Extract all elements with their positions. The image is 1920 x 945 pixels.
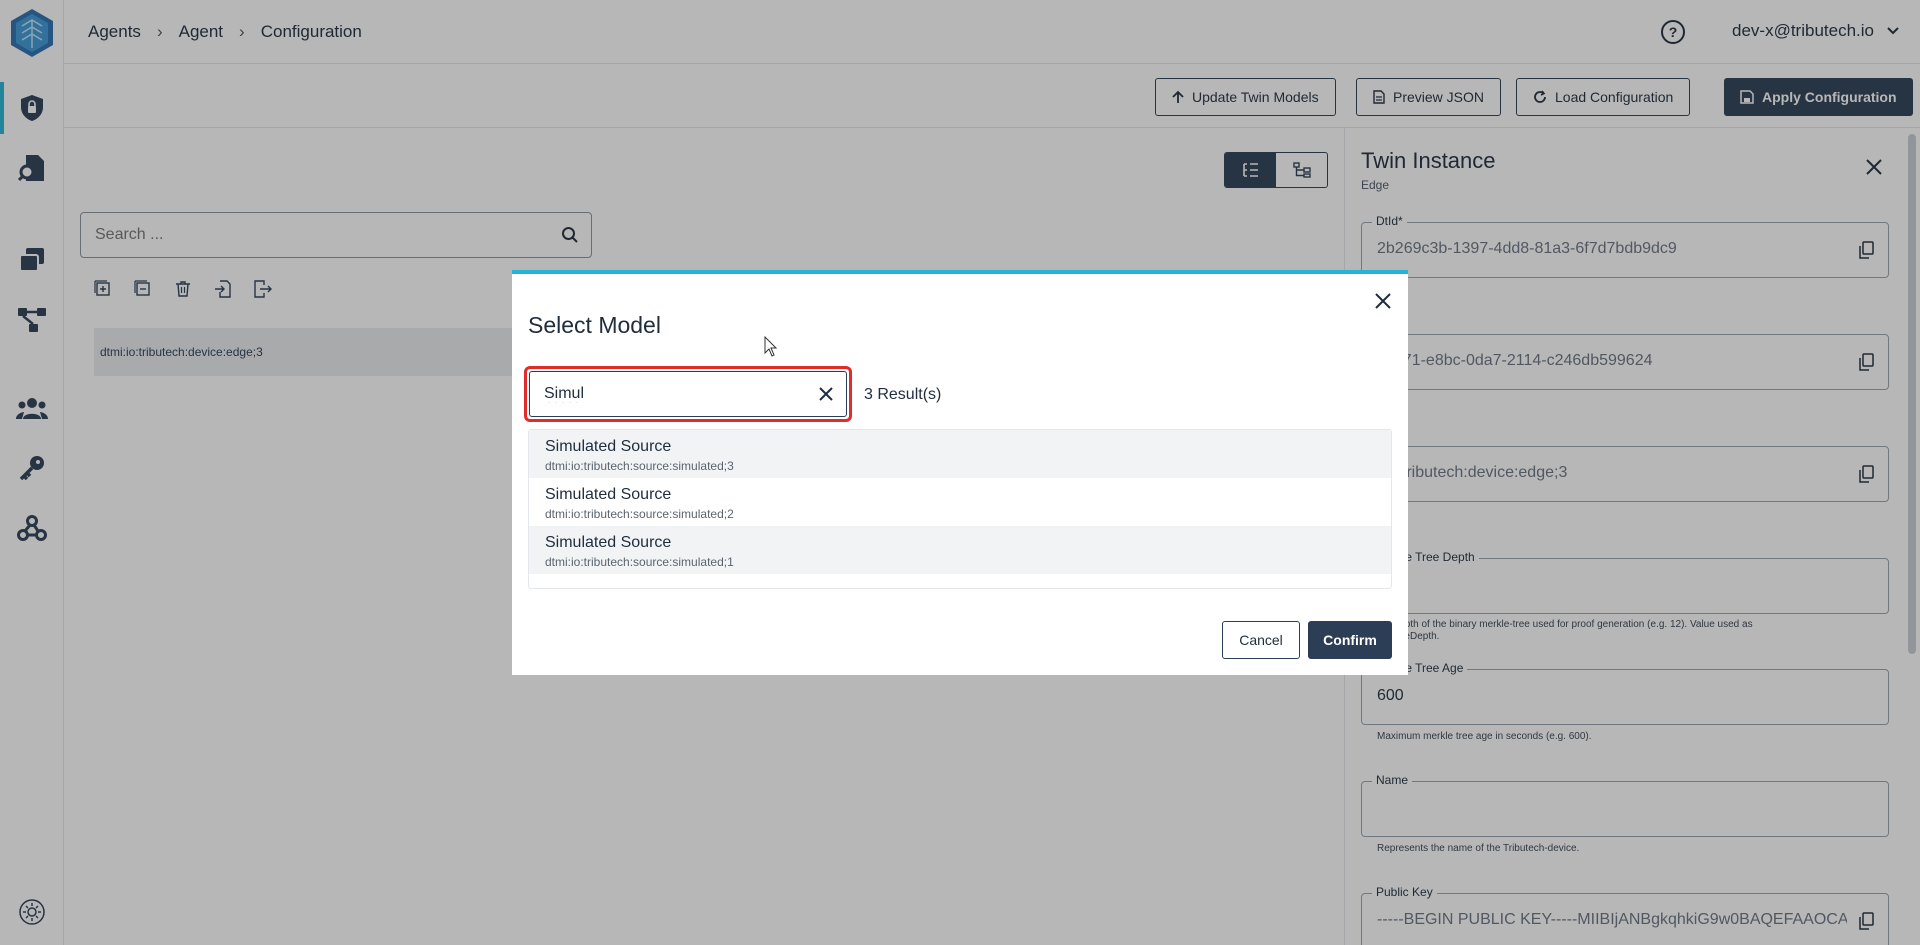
- dialog-title: Select Model: [528, 312, 661, 338]
- model-filter-input[interactable]: [530, 372, 800, 416]
- model-id: dtmi:io:tributech:source:simulated;3: [545, 459, 734, 473]
- model-name: Simulated Source: [545, 486, 672, 503]
- model-name: Simulated Source: [545, 534, 672, 551]
- model-id: dtmi:io:tributech:source:simulated;1: [545, 555, 734, 569]
- list-item[interactable]: Simulated Source dtmi:io:tributech:sourc…: [529, 430, 1391, 478]
- filter-highlight: [524, 366, 852, 422]
- model-name: Simulated Source: [545, 438, 672, 455]
- list-item[interactable]: Simulated Source dtmi:io:tributech:sourc…: [529, 478, 1391, 526]
- result-count: 3 Result(s): [864, 386, 942, 403]
- close-icon[interactable]: [1374, 292, 1392, 310]
- model-filter: [529, 371, 847, 417]
- cancel-button[interactable]: Cancel: [1222, 621, 1300, 659]
- clear-icon[interactable]: [816, 384, 836, 404]
- mouse-cursor-icon: [764, 336, 778, 357]
- model-id: dtmi:io:tributech:source:simulated;2: [545, 507, 734, 521]
- list-item[interactable]: Simulated Source dtmi:io:tributech:sourc…: [529, 526, 1391, 574]
- model-result-list: Simulated Source dtmi:io:tributech:sourc…: [528, 429, 1392, 589]
- select-model-dialog: Select Model 3 Result(s) Simulated Sourc…: [512, 270, 1408, 675]
- confirm-button[interactable]: Confirm: [1308, 621, 1392, 659]
